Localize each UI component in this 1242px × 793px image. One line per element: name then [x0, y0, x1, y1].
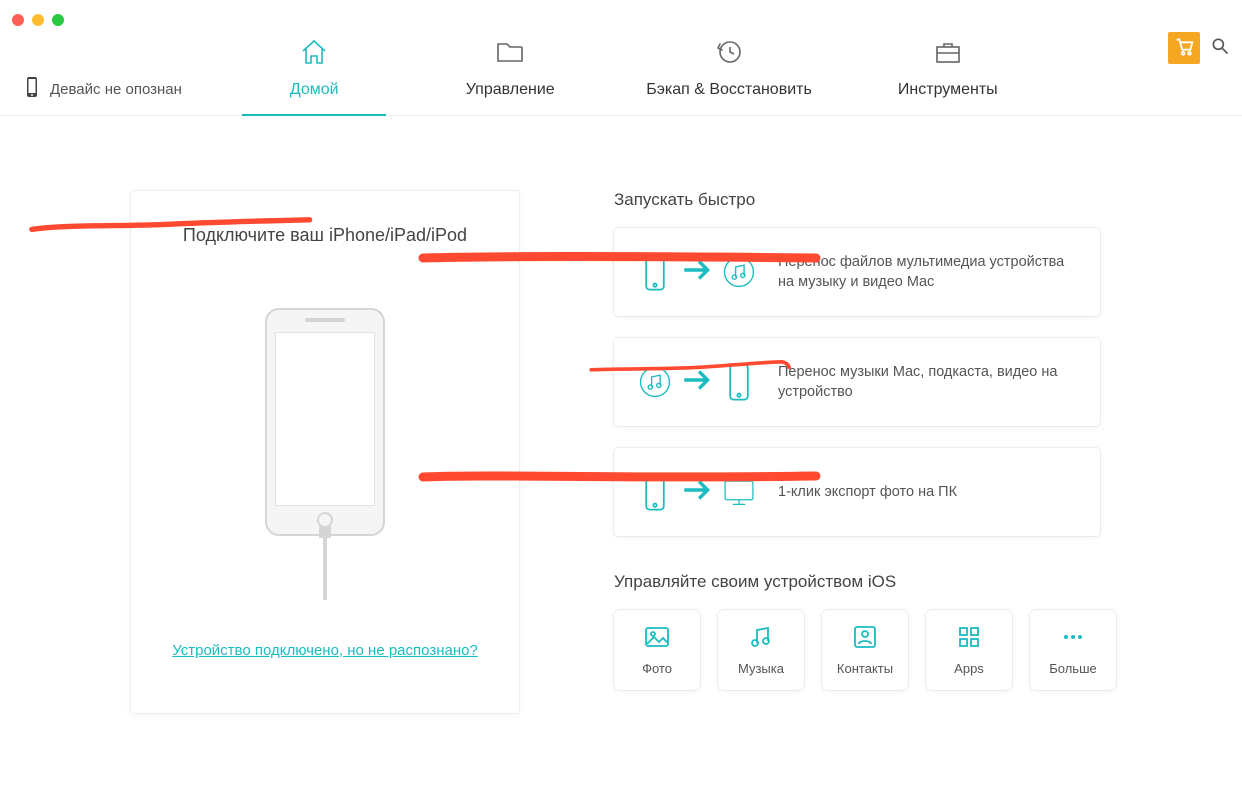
device-status: Девайс не опознан [26, 76, 182, 102]
more-icon [1060, 624, 1086, 653]
nav-manage-label: Управление [466, 81, 555, 99]
contacts-icon [852, 624, 878, 653]
manage-music-label: Музыка [738, 661, 784, 676]
manage-contacts[interactable]: Контакты [822, 610, 908, 690]
quick-card-2-label: Перенос музыки Mac, подкаста, видео на у… [778, 362, 1076, 403]
search-button[interactable] [1210, 36, 1230, 61]
manage-apps[interactable]: Apps [926, 610, 1012, 690]
cart-icon [1173, 35, 1195, 62]
device-not-recognized-link[interactable]: Устройство подключено, но не распознано? [172, 642, 478, 659]
nav-tools[interactable]: Инструменты [888, 38, 1008, 115]
device-to-music-icon [638, 248, 756, 297]
manage-photo[interactable]: Фото [614, 610, 700, 690]
close-window-button[interactable] [12, 14, 24, 26]
nav-backup[interactable]: Бэкап & Восстановить [646, 38, 812, 115]
phone-illustration [265, 308, 385, 600]
manage-more[interactable]: Больше [1030, 610, 1116, 690]
right-column: Запускать быстро Перенос файлов мультиме… [614, 190, 1182, 714]
nav-backup-label: Бэкап & Восстановить [646, 81, 812, 99]
apps-icon [956, 624, 982, 653]
cable-icon [323, 536, 327, 600]
nav-manage[interactable]: Управление [450, 38, 570, 115]
main-nav: Домой Управление Бэкап & Восстановить Ин… [254, 0, 1008, 115]
device-to-pc-icon [638, 468, 756, 517]
cart-button[interactable] [1168, 32, 1200, 64]
window-controls [12, 14, 64, 26]
connect-card: Подключите ваш iPhone/iPad/iPod Устройст… [130, 190, 520, 714]
restore-icon [714, 38, 744, 71]
music-to-device-icon [638, 358, 756, 407]
search-icon [1210, 43, 1230, 60]
manage-photo-label: Фото [642, 661, 672, 676]
device-status-label: Девайс не опознан [50, 81, 182, 98]
quick-launch-title: Запускать быстро [614, 190, 1182, 210]
manage-music[interactable]: Музыка [718, 610, 804, 690]
music-icon [748, 624, 774, 653]
nav-home[interactable]: Домой [254, 38, 374, 115]
nav-home-label: Домой [290, 81, 339, 99]
topbar: Девайс не опознан Домой Управление Бэкап… [0, 0, 1242, 116]
manage-grid: Фото Музыка Контакты Apps Больше [614, 610, 1182, 690]
phone-small-icon [26, 76, 38, 102]
manage-more-label: Больше [1049, 661, 1097, 676]
quick-card-mac-to-device[interactable]: Перенос музыки Mac, подкаста, видео на у… [614, 338, 1100, 426]
quick-launch-list: Перенос файлов мультимедиа устройства на… [614, 228, 1182, 536]
phone-icon [265, 308, 385, 536]
connect-title: Подключите ваш iPhone/iPad/iPod [183, 225, 467, 246]
quick-card-3-label: 1-клик экспорт фото на ПК [778, 482, 957, 502]
toolbox-icon [933, 38, 963, 71]
quick-card-media-to-mac[interactable]: Перенос файлов мультимедиа устройства на… [614, 228, 1100, 316]
nav-tools-label: Инструменты [898, 81, 998, 99]
maximize-window-button[interactable] [52, 14, 64, 26]
topbar-right [1168, 32, 1230, 64]
content: Подключите ваш iPhone/iPad/iPod Устройст… [0, 116, 1242, 714]
home-icon [299, 38, 329, 71]
folder-icon [495, 38, 525, 71]
minimize-window-button[interactable] [32, 14, 44, 26]
photo-icon [644, 624, 670, 653]
manage-device-title: Управляйте своим устройством iOS [614, 572, 1182, 592]
manage-contacts-label: Контакты [837, 661, 893, 676]
manage-apps-label: Apps [954, 661, 984, 676]
quick-card-export-photos[interactable]: 1-клик экспорт фото на ПК [614, 448, 1100, 536]
quick-card-1-label: Перенос файлов мультимедиа устройства на… [778, 252, 1076, 293]
